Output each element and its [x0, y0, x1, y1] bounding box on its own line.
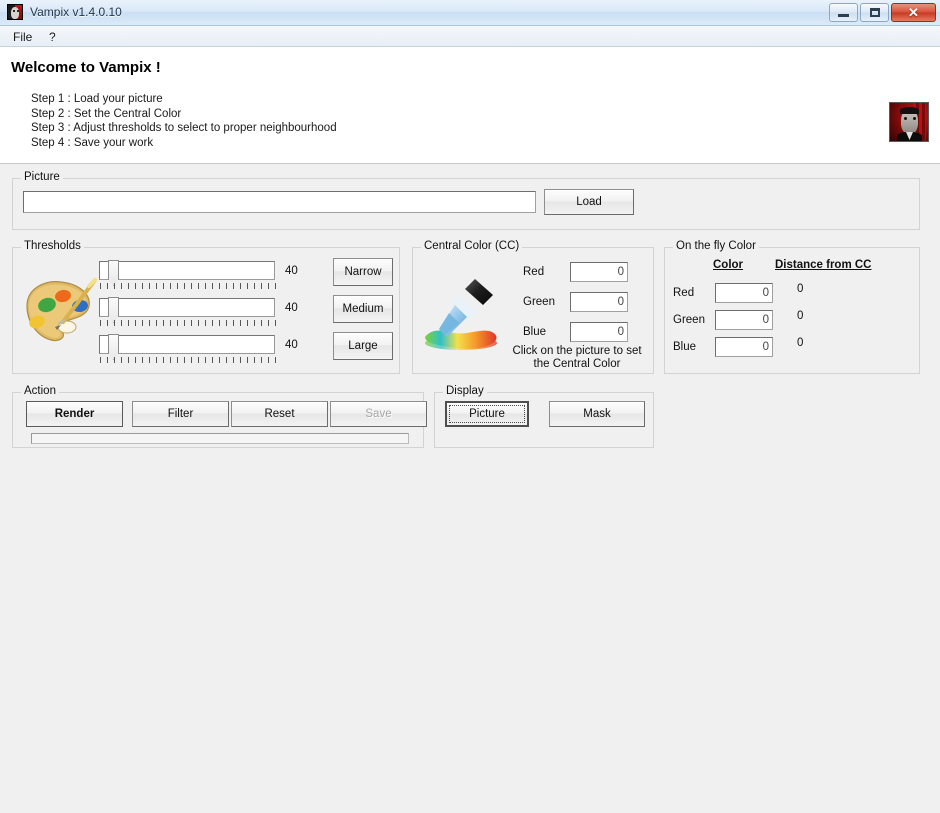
close-button[interactable]: ✕: [891, 3, 936, 22]
welcome-panel: Welcome to Vampix ! Step 1 : Load your p…: [0, 47, 940, 164]
render-button[interactable]: Render: [26, 401, 123, 427]
otf-blue-label: Blue: [673, 341, 697, 353]
threshold-track-3[interactable]: [99, 335, 275, 354]
threshold-ticks-1: [100, 283, 276, 289]
color-column-header: Color: [713, 259, 744, 271]
render-progress-bar: [31, 433, 409, 444]
on-the-fly-color-group: On the fly Color Color Distance from CC …: [664, 240, 920, 374]
step-item: Step 2 : Set the Central Color: [31, 107, 182, 120]
eyedropper-icon: [419, 273, 505, 364]
filter-button[interactable]: Filter: [132, 401, 229, 427]
window-title: Vampix v1.4.0.10: [30, 5, 122, 19]
application-window: Vampix v1.4.0.10 ✕ File ? Welcome to Vam…: [0, 0, 940, 813]
page-title: Welcome to Vampix !: [11, 59, 161, 76]
medium-button[interactable]: Medium: [333, 295, 393, 323]
threshold-ticks-2: [100, 320, 276, 326]
thresholds-group-label: Thresholds: [21, 240, 84, 252]
maximize-icon: [869, 8, 880, 17]
cc-hint-line-1: Click on the picture to set: [512, 345, 642, 357]
maximize-button[interactable]: [860, 3, 889, 22]
thresholds-group: Thresholds 40 40 40 Narrow Medium Large: [12, 240, 400, 374]
minimize-button[interactable]: [829, 3, 858, 22]
picture-group-label: Picture: [21, 171, 63, 183]
central-color-group: Central Color (CC) Red 0 Green 0 Blue 0 …: [412, 240, 654, 374]
action-group-label: Action: [21, 385, 59, 397]
palette-icon: [17, 270, 101, 357]
mask-button[interactable]: Mask: [549, 401, 645, 427]
save-button[interactable]: Save: [330, 401, 427, 427]
action-group: Action Render Filter Reset Save: [12, 385, 427, 448]
otf-red-input[interactable]: 0: [715, 283, 773, 303]
display-group: Display Picture Mask: [434, 385, 654, 448]
vampire-app-icon: [7, 4, 23, 20]
vampire-logo: [889, 102, 929, 142]
caption-buttons: ✕: [829, 3, 936, 22]
threshold-ticks-3: [100, 357, 276, 363]
otf-green-input[interactable]: 0: [715, 310, 773, 330]
menu-file[interactable]: File: [8, 29, 37, 45]
large-button[interactable]: Large: [333, 332, 393, 360]
threshold-value-2: 40: [285, 302, 298, 314]
title-bar[interactable]: Vampix v1.4.0.10 ✕: [0, 0, 940, 26]
threshold-value-1: 40: [285, 265, 298, 277]
otf-green-distance: 0: [797, 310, 804, 322]
menu-bar: File ?: [0, 26, 940, 47]
cc-blue-label: Blue: [523, 326, 547, 338]
title-bar-left: Vampix v1.4.0.10: [7, 4, 122, 20]
narrow-button[interactable]: Narrow: [333, 258, 393, 286]
focus-indicator: [449, 405, 525, 423]
threshold-track-2[interactable]: [99, 298, 275, 317]
menu-help[interactable]: ?: [44, 29, 61, 45]
step-item: Step 1 : Load your picture: [31, 93, 163, 105]
otf-green-label: Green: [673, 314, 705, 326]
cc-hint-line-2: the Central Color: [533, 358, 621, 370]
cc-red-label: Red: [523, 266, 545, 278]
display-group-label: Display: [443, 385, 487, 397]
step-item: Step 3 : Adjust thresholds to select to …: [31, 122, 337, 134]
cc-green-input[interactable]: 0: [570, 292, 628, 312]
load-button[interactable]: Load: [544, 189, 634, 215]
distance-column-header: Distance from CC: [775, 259, 872, 271]
threshold-track-1[interactable]: [99, 261, 275, 280]
step-item: Step 4 : Save your work: [31, 136, 154, 149]
steps-list: Step 1 : Load your picture Step 2 : Set …: [31, 92, 337, 150]
cc-blue-input[interactable]: 0: [570, 322, 628, 342]
close-icon: ✕: [908, 5, 919, 20]
threshold-value-3: 40: [285, 339, 298, 351]
on-the-fly-group-label: On the fly Color: [673, 240, 759, 252]
minimize-icon: [838, 14, 849, 17]
otf-blue-distance: 0: [797, 337, 804, 349]
otf-red-label: Red: [673, 287, 695, 299]
picture-group: Picture Load: [12, 171, 920, 230]
otf-blue-input[interactable]: 0: [715, 337, 773, 357]
picture-path-input[interactable]: [23, 191, 536, 213]
reset-button[interactable]: Reset: [231, 401, 328, 427]
cc-green-label: Green: [523, 296, 555, 308]
picture-button[interactable]: Picture: [445, 401, 529, 427]
cc-red-input[interactable]: 0: [570, 262, 628, 282]
otf-red-distance: 0: [797, 283, 804, 295]
central-color-group-label: Central Color (CC): [421, 240, 523, 252]
